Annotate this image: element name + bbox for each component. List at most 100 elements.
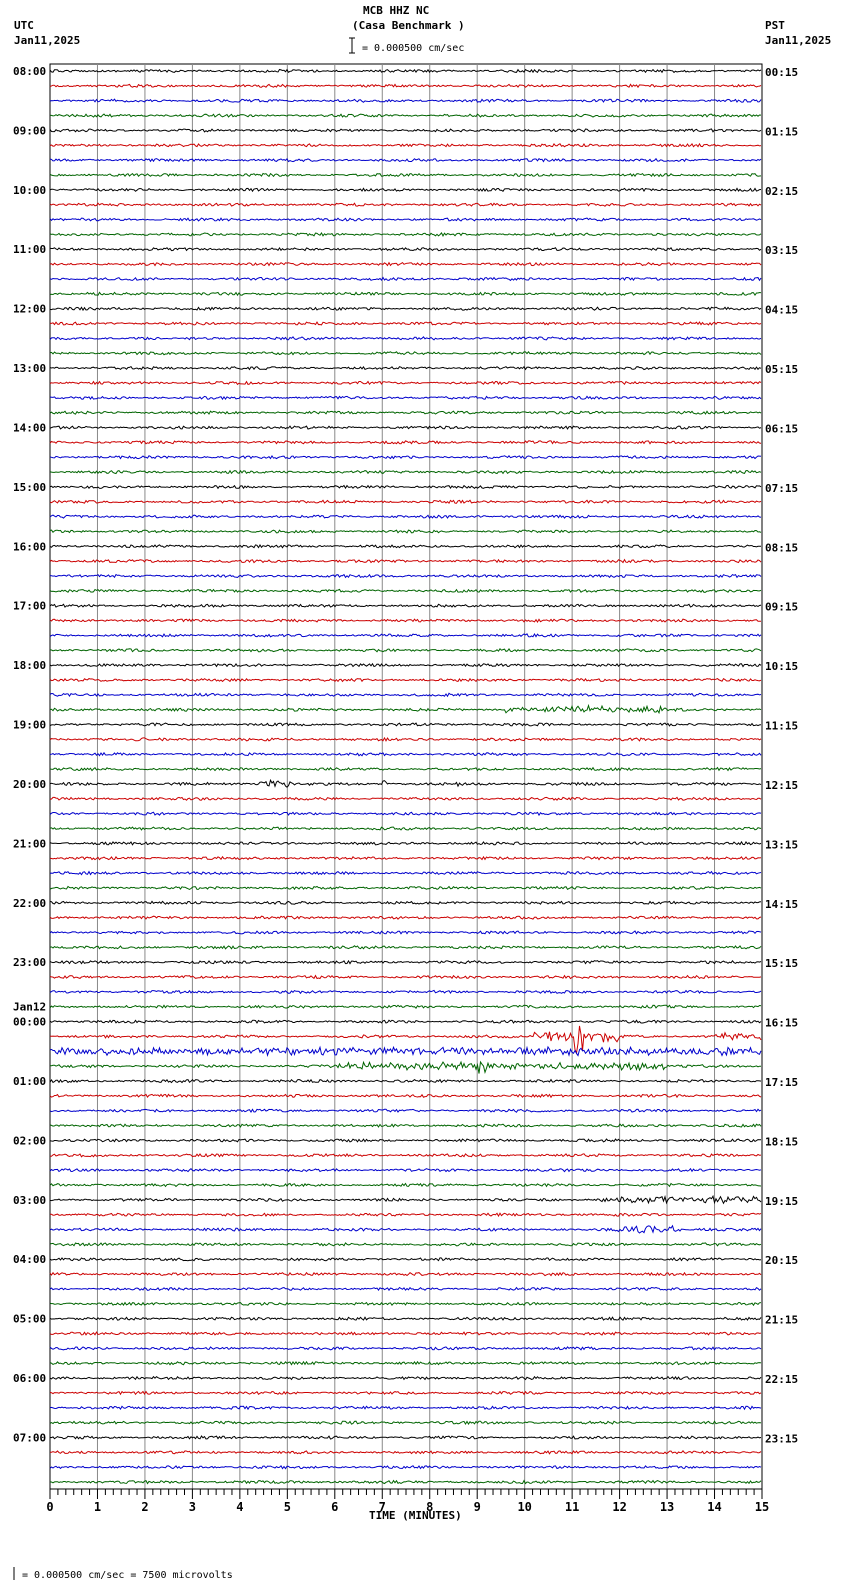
x-tick-label: 12 — [612, 1500, 626, 1514]
trace-row — [49, 306, 762, 312]
trace-row — [49, 1123, 762, 1128]
trace-row — [49, 703, 762, 715]
trace-row — [49, 692, 762, 698]
trace-row — [49, 217, 762, 222]
trace-row — [49, 796, 762, 801]
pst-hour-label: 22:15 — [765, 1373, 798, 1386]
trace-row — [49, 246, 762, 252]
trace-row — [49, 365, 762, 371]
utc-hour-label: 19:00 — [13, 719, 46, 732]
trace-row — [49, 142, 762, 148]
trace-row — [49, 1152, 762, 1158]
trace-row — [49, 558, 762, 564]
pst-hour-label: 01:15 — [765, 125, 798, 138]
trace-row — [50, 1450, 762, 1455]
trace-row — [49, 351, 762, 356]
utc-hour-label: 20:00 — [13, 778, 46, 791]
utc-hour-label: 05:00 — [13, 1313, 46, 1326]
utc-hour-label: 06:00 — [13, 1372, 46, 1385]
trace-row — [49, 930, 762, 935]
trace-row — [49, 1479, 762, 1485]
pst-hour-label: 11:15 — [765, 720, 798, 733]
trace-row — [49, 1301, 762, 1307]
trace-row — [49, 1078, 762, 1084]
trace-row — [49, 915, 762, 920]
trace-row — [49, 336, 762, 341]
trace-row — [49, 1405, 762, 1411]
pst-hour-label: 05:15 — [765, 363, 798, 376]
pst-hour-label: 04:15 — [765, 304, 798, 317]
trace-row — [49, 1019, 762, 1024]
trace-row — [49, 425, 762, 430]
trace-row — [49, 544, 762, 549]
trace-row — [49, 1167, 762, 1173]
trace-row — [49, 499, 762, 505]
utc-hour-label: 13:00 — [13, 362, 46, 375]
pst-hour-label: 12:15 — [765, 779, 798, 792]
trace-row — [49, 648, 762, 653]
trace-row — [49, 113, 762, 118]
x-tick-label: 4 — [236, 1500, 243, 1514]
utc-hour-label: 09:00 — [13, 124, 46, 137]
trace-row — [49, 974, 762, 980]
pst-hour-label: 09:15 — [765, 601, 798, 614]
pst-hour-label: 14:15 — [765, 898, 798, 911]
pst-hour-label: 02:15 — [765, 185, 798, 198]
helicorder-plot: 08:00 00:15 09:00 01:15 10:00 02:15 11:00 03:15… — [13, 37, 798, 1580]
trace-row — [49, 261, 762, 267]
trace-row — [49, 1286, 762, 1292]
utc-hour-label: 03:00 — [13, 1194, 46, 1207]
x-tick-label: 8 — [426, 1500, 433, 1514]
pst-hour-label: 21:15 — [765, 1314, 798, 1327]
trace-row — [49, 632, 762, 638]
pst-hour-label: 15:15 — [765, 957, 798, 970]
pst-hour-label: 18:15 — [765, 1135, 798, 1148]
trace-row — [49, 885, 762, 891]
utc-hour-label: 11:00 — [13, 243, 46, 256]
trace-row — [49, 855, 762, 861]
pst-hour-label: 16:15 — [765, 1017, 798, 1030]
trace-row — [49, 1420, 762, 1425]
trace-row — [49, 484, 762, 490]
trace-row — [49, 1242, 762, 1247]
x-tick-label: 3 — [189, 1500, 196, 1514]
trace-row — [49, 529, 762, 534]
trace-row — [49, 1271, 762, 1277]
x-tick-label: 0 — [46, 1500, 53, 1514]
utc-hour-label: 18:00 — [13, 659, 46, 672]
x-tick-label: 13 — [660, 1500, 674, 1514]
trace-row — [49, 989, 762, 995]
x-tick-label: 10 — [517, 1500, 531, 1514]
trace-row — [49, 128, 762, 133]
pst-hour-label: 08:15 — [765, 541, 798, 554]
pst-hour-label: 00:15 — [765, 66, 798, 79]
trace-row — [49, 157, 762, 163]
trace-row — [49, 276, 762, 282]
trace-row — [49, 722, 762, 727]
trace-row — [49, 870, 762, 876]
pst-hour-label: 23:15 — [765, 1432, 798, 1445]
pst-hour-label: 19:15 — [765, 1195, 798, 1208]
pst-hour-label: 06:15 — [765, 422, 798, 435]
utc-hour-label: 15:00 — [13, 481, 46, 494]
x-tick-label: 6 — [331, 1500, 338, 1514]
trace-row — [49, 1257, 762, 1262]
trace-row — [49, 811, 762, 817]
trace-row — [49, 1464, 762, 1470]
trace-row — [49, 1435, 762, 1440]
trace-row — [49, 380, 762, 386]
trace-row — [49, 945, 762, 950]
trace-row — [49, 98, 762, 103]
x-tick-label: 14 — [707, 1500, 721, 1514]
trace-row — [49, 454, 762, 460]
x-tick-label: 15 — [755, 1500, 769, 1514]
utc-hour-label: 08:00 — [13, 65, 46, 78]
trace-row — [49, 321, 762, 326]
x-tick-label: 7 — [379, 1500, 386, 1514]
x-tick-label: 5 — [284, 1500, 291, 1514]
x-tick-label: 9 — [474, 1500, 481, 1514]
trace-row — [49, 900, 762, 905]
trace-row — [49, 1375, 762, 1381]
utc-hour-label: 12:00 — [13, 303, 46, 316]
trace-row — [49, 1004, 762, 1010]
